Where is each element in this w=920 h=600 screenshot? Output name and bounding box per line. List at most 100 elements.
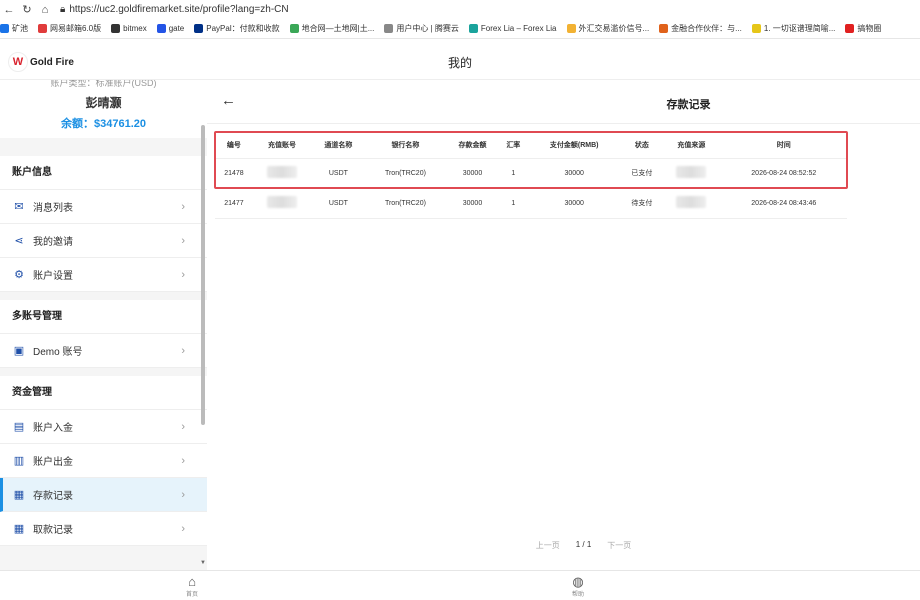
chevron-right-icon: › <box>181 344 185 357</box>
reload-icon[interactable]: ↻ <box>18 3 36 16</box>
bookmark-item[interactable]: 地合网—土地网|土... <box>289 23 374 34</box>
column-header: 状态 <box>621 132 663 159</box>
cell-rate: 1 <box>499 158 527 189</box>
cell-amount: 30000 <box>445 188 500 219</box>
lock-icon: 🔒︎ <box>60 4 66 15</box>
sidebar-item-label: 账户设置 <box>33 271 73 282</box>
cell-pay-amount: 30000 <box>526 158 622 189</box>
bookmark-item[interactable]: 搞物圈 <box>845 23 881 34</box>
cell-rate: 1 <box>499 188 527 219</box>
bookmarks-bar: 矿池 网易邮箱6.0版 bitmex gate PayPal：付款和收款 地合网… <box>0 19 920 39</box>
mail-icon: ✉ <box>14 201 24 213</box>
wallet-icon: ▤ <box>13 421 25 433</box>
bookmark-item[interactable]: 矿池 <box>0 23 28 34</box>
section-title-funds: 资金管理 <box>0 376 207 410</box>
cell-status: 待支付 <box>621 188 663 219</box>
scroll-down-icon[interactable]: ▼ <box>200 560 206 566</box>
app-header: W Gold Fire 我的 <box>0 40 920 80</box>
sidebar-item-settings[interactable]: ⚙ 账户设置 › <box>0 258 207 292</box>
table-row: 21477 USDT Tron(TRC20) 30000 1 30000 待支付… <box>215 188 847 219</box>
page-header-title: 我的 <box>447 56 472 70</box>
cell-amount: 30000 <box>445 158 500 189</box>
column-header: 通道名称 <box>311 132 366 159</box>
bottom-tab-bar: ⌂ 首页 ◍ 帮助 <box>0 570 920 600</box>
column-header: 时间 <box>720 132 847 159</box>
tab-label: 帮助 <box>572 592 585 598</box>
chevron-right-icon: › <box>181 454 185 467</box>
column-header: 编号 <box>215 132 253 159</box>
sidebar-item-label: 账户入金 <box>33 423 73 434</box>
cell-account <box>252 158 312 189</box>
column-header: 汇率 <box>499 132 527 159</box>
sidebar-item-messages[interactable]: ✉ 消息列表 › <box>0 190 207 224</box>
bookmark-item[interactable]: 金融合作伙伴：与... <box>659 23 742 34</box>
cell-source <box>662 188 721 219</box>
sidebar-item-deposit[interactable]: ▤ 账户入金 › <box>0 410 207 444</box>
section-title-account-info: 账户信息 <box>0 156 207 190</box>
chevron-right-icon: › <box>181 268 185 281</box>
cell-account <box>252 188 312 219</box>
main-content: ← 存款记录 编号 充值账号 通道名称 银行名称 存款金额 汇率 支付金额(RM… <box>207 80 920 570</box>
browser-toolbar: ← ↻ ⌂ 🔒︎ https://uc2.goldfiremarket.site… <box>0 0 920 19</box>
section-title-multi-account: 多账号管理 <box>0 300 207 334</box>
column-header: 充值账号 <box>252 132 312 159</box>
bookmark-item[interactable]: 1. 一切讴谱理简喻... <box>751 23 835 34</box>
page-indicator: 1 / 1 <box>575 540 592 549</box>
table-row: 21478 USDT Tron(TRC20) 30000 1 30000 已支付… <box>215 158 847 189</box>
gear-icon: ⚙ <box>14 269 24 281</box>
bookmark-item[interactable]: Forex Lia – Forex Lia <box>468 24 557 33</box>
tab-help[interactable]: ◍ 帮助 <box>572 574 585 599</box>
sidebar-item-demo[interactable]: ▣ Demo 账号 › <box>0 334 207 368</box>
bookmark-item[interactable]: gate <box>156 24 184 33</box>
home-icon: ⌂ <box>188 574 196 589</box>
table-header-row: 编号 充值账号 通道名称 银行名称 存款金额 汇率 支付金额(RMB) 状态 充… <box>215 132 847 159</box>
user-card: 账户类型：标准账户(USD) 彭晴灏 余额：$34761.20 <box>0 80 207 138</box>
column-header: 支付金额(RMB) <box>526 132 622 159</box>
cell-pay-amount: 30000 <box>526 188 622 219</box>
pagination: 上一页 1 / 1 下一页 <box>207 540 920 551</box>
cell-status: 已支付 <box>621 158 663 189</box>
sidebar-item-invite[interactable]: ⋖ 我的邀请 › <box>0 224 207 258</box>
bookmark-item[interactable]: PayPal：付款和收款 <box>194 23 280 34</box>
page-title: 存款记录 <box>666 99 711 111</box>
chip-icon: ▣ <box>13 345 25 357</box>
cell-channel: USDT <box>311 188 366 219</box>
document-icon: ▦ <box>13 489 25 501</box>
cell-bank: Tron(TRC20) <box>365 188 446 219</box>
bookmark-item[interactable]: 网易邮箱6.0版 <box>38 23 101 34</box>
bookmark-item[interactable]: bitmex <box>111 24 147 33</box>
sidebar-item-label: 账户出金 <box>33 457 73 468</box>
column-header: 银行名称 <box>365 132 446 159</box>
tab-home[interactable]: ⌂ 首页 <box>186 574 198 599</box>
bookmark-item[interactable]: 用户中心 | 腾赛云 <box>384 23 459 34</box>
chevron-right-icon: › <box>181 522 185 535</box>
next-page-button[interactable]: 下一页 <box>607 540 631 551</box>
sidebar-scrollbar[interactable] <box>201 125 205 425</box>
cell-time: 2026-08-24 08:52:52 <box>720 158 847 189</box>
sidebar-item-withdraw-records[interactable]: ▦ 取款记录 › <box>0 512 207 546</box>
column-header: 存款金额 <box>445 132 500 159</box>
address-bar[interactable]: 🔒︎ https://uc2.goldfiremarket.site/profi… <box>60 4 289 15</box>
redacted-account <box>267 196 297 208</box>
bookmark-item[interactable]: 外汇交易滥价信号... <box>566 23 649 34</box>
account-type: 账户类型：标准账户(USD) <box>50 80 157 88</box>
chevron-right-icon: › <box>181 234 185 247</box>
cell-id: 21478 <box>215 158 253 189</box>
sidebar-item-label: 我的邀请 <box>33 237 73 248</box>
chevron-right-icon: › <box>181 200 185 213</box>
column-header: 充值来源 <box>662 132 721 159</box>
sidebar-item-label: Demo 账号 <box>33 347 83 358</box>
sidebar-item-deposit-records[interactable]: ▦ 存款记录 › <box>0 478 207 512</box>
sidebar-item-label: 存款记录 <box>33 491 73 502</box>
cell-time: 2026-08-24 08:43:46 <box>720 188 847 219</box>
back-icon[interactable]: ← <box>0 4 18 16</box>
home-icon[interactable]: ⌂ <box>36 4 54 16</box>
withdraw-icon: ▥ <box>13 455 25 467</box>
sidebar-item-withdraw[interactable]: ▥ 账户出金 › <box>0 444 207 478</box>
deposit-records-table: 编号 充值账号 通道名称 银行名称 存款金额 汇率 支付金额(RMB) 状态 充… <box>215 132 847 219</box>
share-icon: ⋖ <box>14 235 24 247</box>
document-icon: ▦ <box>13 523 25 535</box>
globe-icon: ◍ <box>572 574 584 589</box>
prev-page-button[interactable]: 上一页 <box>536 540 560 551</box>
redacted-source <box>676 166 707 178</box>
